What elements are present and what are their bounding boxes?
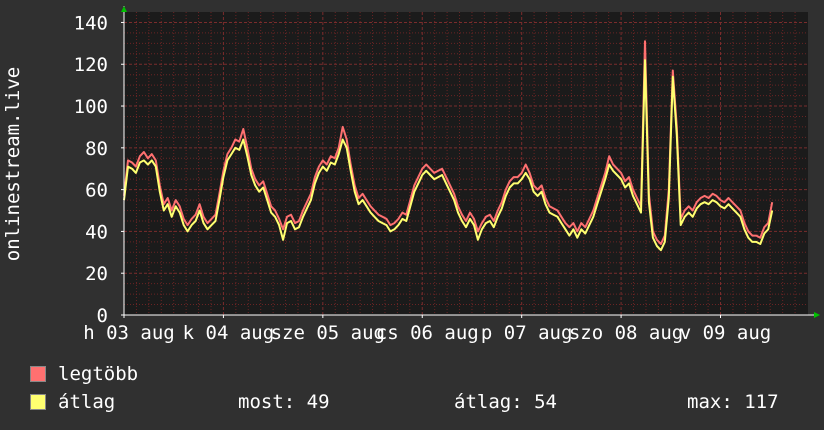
x-axis-arrow (814, 312, 820, 318)
legend-label-avg: átlag (58, 391, 116, 413)
stat-max: max: 117 (687, 391, 779, 413)
x-tick-label: cs 06 aug (376, 322, 479, 344)
y-tick-label: 20 (85, 263, 108, 285)
y-axis-arrow (121, 6, 127, 12)
y-axis-label: onlinestream.live (2, 67, 24, 261)
stat-avg: átlag: 54 (454, 391, 557, 413)
stat-now: most: 49 (238, 391, 330, 413)
x-tick-label: p 07 aug (481, 322, 573, 344)
x-tick-label: k 04 aug (183, 322, 275, 344)
legend-row-max: legtöbb (30, 363, 330, 385)
x-tick-labels: h 03 aug k 04 augsze 05 augcs 06 aug p 07 … (83, 322, 771, 344)
y-tick-label: 120 (74, 54, 108, 76)
y-tick-label: 40 (85, 221, 108, 243)
legend-swatch-avg (30, 394, 46, 410)
legend-label-max: legtöbb (58, 363, 139, 385)
legend-swatch-max (30, 366, 46, 382)
x-tick-label: sze 05 aug (271, 322, 385, 344)
y-tick-label: 80 (85, 138, 108, 160)
chart: 020406080100120140 h 03 aug k 04 augsze 0… (2, 6, 820, 344)
y-tick-labels: 020406080100120140 (74, 12, 108, 327)
y-tick-label: 140 (74, 12, 108, 34)
x-tick-label: szo 08 aug (569, 322, 683, 344)
x-tick-label: h 03 aug (83, 322, 175, 344)
y-tick-label: 100 (74, 96, 108, 118)
x-tick-label: v 09 aug (680, 322, 772, 344)
y-tick-label: 60 (85, 180, 108, 202)
legend-row-avg: átlag most: 49 átlag: 54 max: 117 (30, 391, 800, 413)
